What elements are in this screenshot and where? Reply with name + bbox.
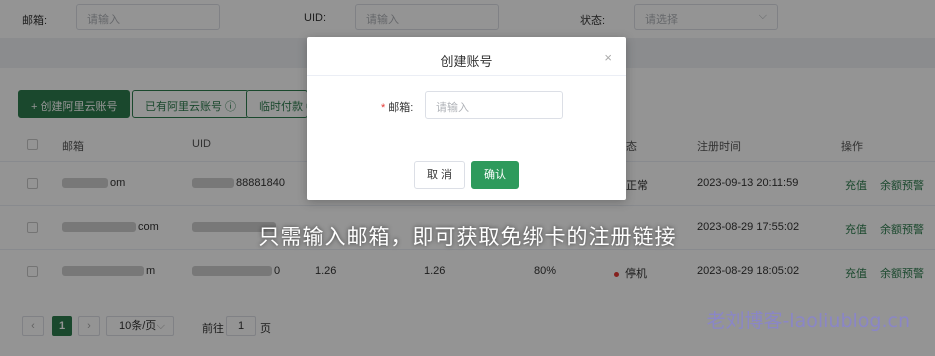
caption-overlay: 只需输入邮箱，即可获取免绑卡的注册链接 xyxy=(258,226,677,249)
dialog-email-input[interactable]: 请输入 xyxy=(425,91,563,119)
confirm-button[interactable]: 确认 xyxy=(471,161,519,189)
cancel-button[interactable]: 取 消 xyxy=(414,161,465,189)
dialog-title: 创建账号 xyxy=(440,54,493,69)
close-icon[interactable]: × xyxy=(604,50,612,65)
dialog-divider xyxy=(307,75,626,76)
create-account-dialog: 创建账号 × * 邮箱: 请输入 取 消 确认 xyxy=(307,37,626,200)
dialog-email-label: * 邮箱: xyxy=(381,102,414,114)
watermark: 老刘博客-laoliublog.cn xyxy=(706,310,910,332)
